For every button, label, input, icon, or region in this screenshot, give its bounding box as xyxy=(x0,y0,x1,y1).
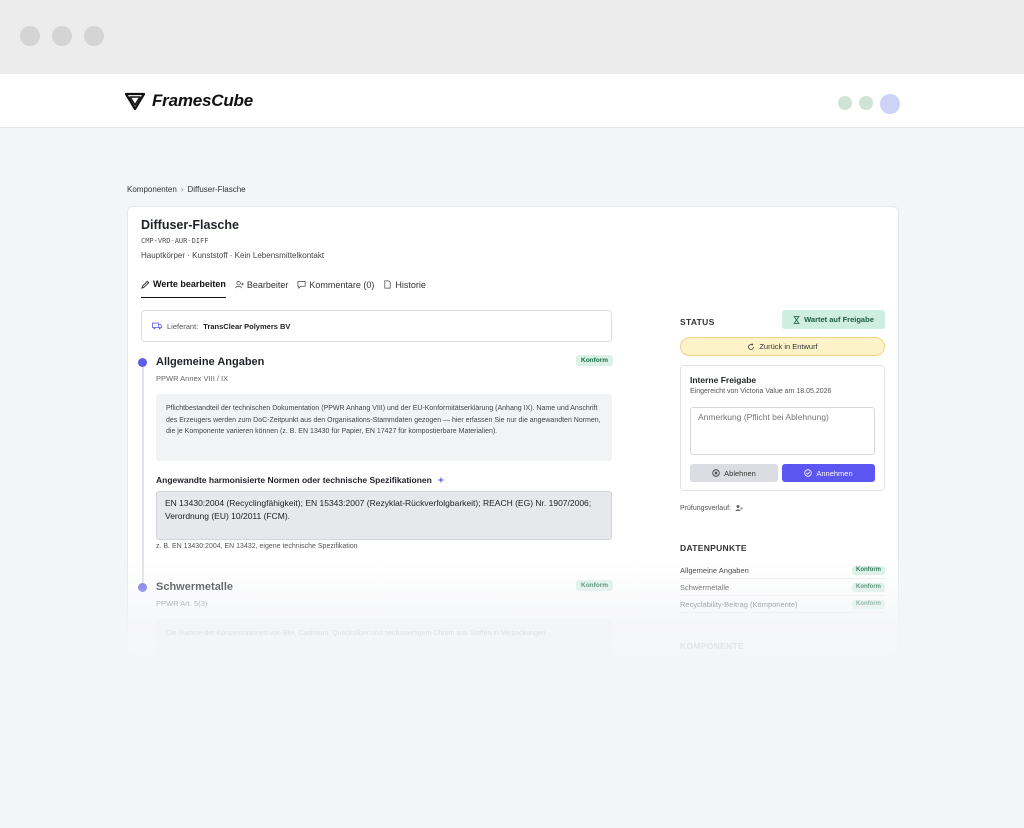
window-close-dot[interactable] xyxy=(20,26,40,46)
tab-label: Historie xyxy=(395,279,426,290)
revert-to-draft-button[interactable]: Zurück in Entwurf xyxy=(680,337,885,356)
internal-approval-box: Interne Freigabe Eingereicht von Victori… xyxy=(680,365,885,491)
tab-label: Bearbeiter xyxy=(246,279,289,290)
window-minimize-dot[interactable] xyxy=(52,26,72,46)
timeline-dot xyxy=(138,358,147,367)
tab-historie[interactable]: Historie xyxy=(383,277,426,298)
tab-bearbeiter[interactable]: Bearbeiter xyxy=(235,277,289,298)
component-card: Diffuser-Flasche CMP-VRD-AUR-DIFF Hauptk… xyxy=(127,206,899,656)
status-badge: Konform xyxy=(852,565,885,575)
hourglass-icon xyxy=(793,315,800,324)
accept-label: Annehmen xyxy=(816,468,853,478)
check-circle-icon xyxy=(804,469,813,477)
status-badge-label: Wartet auf Freigabe xyxy=(804,315,874,324)
status-badge: Konform xyxy=(576,355,614,366)
field-hint: z. B. EN 13430:2004, EN 13432, eigene te… xyxy=(156,543,358,550)
x-circle-icon xyxy=(712,469,720,477)
approval-title: Interne Freigabe xyxy=(690,375,757,385)
logo-text: FramesCube xyxy=(152,91,253,110)
approval-note-input[interactable] xyxy=(690,407,875,455)
framescube-logo-icon xyxy=(124,92,146,111)
review-history: Prüfungsverlauf: xyxy=(680,504,744,512)
breadcrumb-current: Diffuser-Flasche xyxy=(187,185,246,194)
document-icon xyxy=(384,280,391,289)
refresh-icon xyxy=(748,342,755,350)
tab-label: Werte bearbeiten xyxy=(153,279,226,289)
datapoint-row[interactable]: Recyclability-Beitrag (Komponente) Konfo… xyxy=(680,596,885,613)
field-label-text: Angewandte harmonisierte Normen oder tec… xyxy=(156,475,432,485)
logo[interactable]: FramesCube xyxy=(124,91,253,111)
tab-bar: Werte bearbeiten Bearbeiter Kommentare (… xyxy=(141,277,435,298)
component-meta: Hauptkörper · Kunststoff · Kein Lebensmi… xyxy=(141,251,325,260)
status-badge: Konform xyxy=(852,582,885,592)
header-indicator-dot xyxy=(838,96,852,110)
tab-label: Kommentare (0) xyxy=(309,279,375,290)
reject-button[interactable]: Ablehnen xyxy=(690,464,778,482)
comment-icon xyxy=(297,280,306,289)
section-subtitle: PPWR Art. 5(3) xyxy=(156,599,208,608)
datapoints-heading: DATENPUNKTE xyxy=(680,543,747,553)
sparkle-icon[interactable] xyxy=(437,476,445,484)
app-header: FramesCube xyxy=(0,74,1024,128)
section-title-allgemeine-angaben: Allgemeine Angaben xyxy=(156,356,265,368)
info-box: Die Summe der Konzentrationen von Blei, … xyxy=(156,619,612,655)
timeline-line xyxy=(142,362,144,592)
section-title-schwermetalle: Schwermetalle xyxy=(156,581,234,593)
status-badge: Konform xyxy=(576,580,614,591)
window-titlebar xyxy=(0,0,1024,74)
section-subtitle: PPWR Annex VIII / IX xyxy=(156,374,229,383)
datapoint-label: Allgemeine Angaben xyxy=(680,565,749,575)
components-heading: KOMPONENTE xyxy=(680,641,744,651)
header-indicator-dot xyxy=(859,96,873,110)
status-badge-pending: Wartet auf Freigabe xyxy=(782,310,885,329)
breadcrumb: Komponenten › Diffuser-Flasche xyxy=(127,185,246,194)
user-avatar[interactable] xyxy=(880,94,900,114)
window-maximize-dot[interactable] xyxy=(84,26,104,46)
revert-label: Zurück in Entwurf xyxy=(759,342,818,351)
breadcrumb-separator: › xyxy=(180,185,184,194)
field-label-normen: Angewandte harmonisierte Normen oder tec… xyxy=(156,475,445,485)
status-heading: STATUS xyxy=(680,317,715,327)
accept-button[interactable]: Annehmen xyxy=(782,464,875,482)
datapoint-label: Schwermetalle xyxy=(680,582,730,592)
datapoint-label: Recyclability-Beitrag (Komponente) xyxy=(680,599,798,609)
tab-kommentare[interactable]: Kommentare (0) xyxy=(297,277,374,298)
tab-werte-bearbeiten[interactable]: Werte bearbeiten xyxy=(141,277,226,298)
pencil-icon xyxy=(141,280,150,289)
reject-label: Ablehnen xyxy=(724,468,756,478)
supplier-box: Lieferant: TransClear Polymers BV xyxy=(141,310,612,342)
history-label: Prüfungsverlauf: xyxy=(680,504,731,512)
timeline-dot xyxy=(138,583,147,592)
page-title: Diffuser-Flasche xyxy=(141,218,239,232)
supplier-label: Lieferant: xyxy=(167,321,199,331)
status-badge: Konform xyxy=(852,599,885,609)
user-group-icon[interactable] xyxy=(735,504,744,512)
breadcrumb-link-komponenten[interactable]: Komponenten xyxy=(127,185,177,194)
user-add-icon xyxy=(235,280,244,289)
datapoint-row[interactable]: Schwermetalle Konform xyxy=(680,579,885,596)
component-code: CMP-VRD-AUR-DIFF xyxy=(141,237,209,245)
supplier-name: TransClear Polymers BV xyxy=(203,321,291,331)
truck-icon xyxy=(152,322,162,330)
info-box: Pflichtbestandteil der technischen Dokum… xyxy=(156,394,612,461)
normen-textarea[interactable]: EN 13430:2004 (Recyclingfähigkeit); EN 1… xyxy=(156,491,612,540)
approval-subtitle: Eingereicht von Victoria Value am 18.05.… xyxy=(690,388,832,395)
datapoint-row[interactable]: Allgemeine Angaben Konform xyxy=(680,562,885,579)
